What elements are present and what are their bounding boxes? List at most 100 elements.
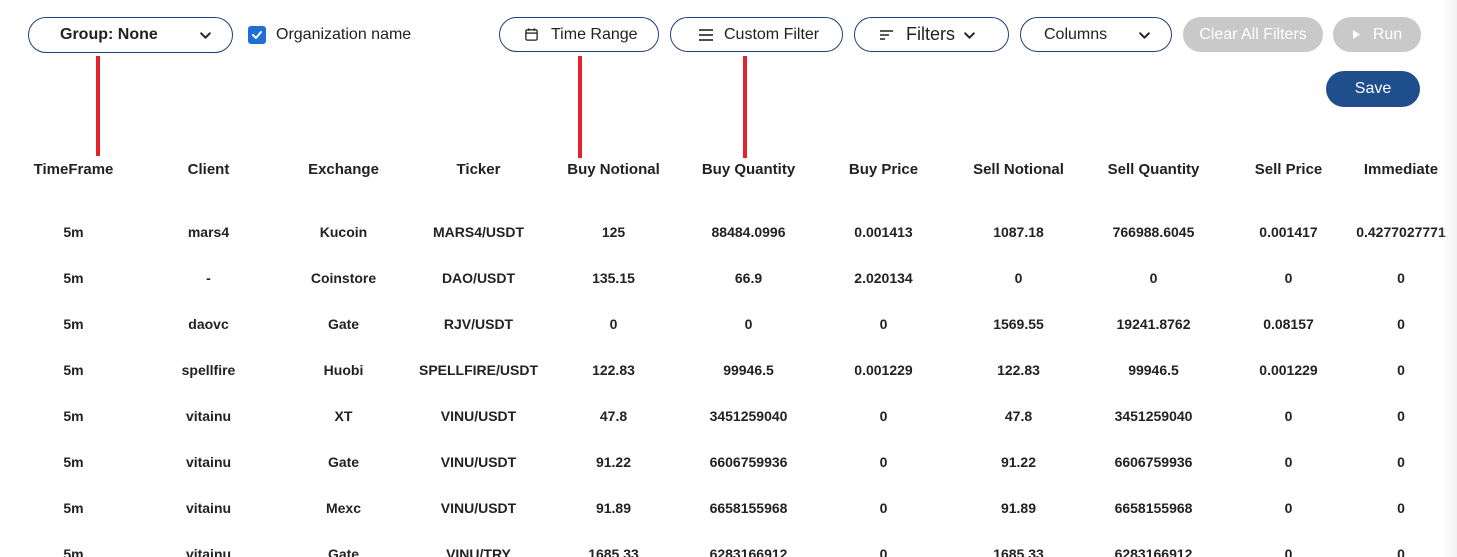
- table-cell: 0: [1284, 454, 1293, 470]
- table-cell: vitainu: [185, 408, 232, 424]
- table-cell: 0: [1397, 546, 1405, 557]
- table-cell: 88484.0996: [711, 224, 786, 240]
- column-header[interactable]: Buy Price: [816, 146, 951, 192]
- table-cell: 6658155968: [1114, 500, 1193, 516]
- table-cell: VINU/USDT: [440, 454, 517, 470]
- chevron-down-icon: [199, 29, 212, 42]
- table-cell: 0.001417: [1259, 224, 1318, 240]
- chevron-down-icon: [963, 29, 976, 42]
- table-cell: 122.83: [592, 362, 635, 378]
- table-cell: DAO/USDT: [441, 270, 516, 286]
- table-cell: vitainu: [185, 546, 232, 557]
- table-cell: Huobi: [323, 362, 364, 378]
- table-cell: 0: [879, 546, 888, 557]
- organization-name-label: Organization name: [276, 26, 412, 43]
- table-cell: XT: [334, 408, 353, 424]
- table-row[interactable]: 5m daovc Gate RJV/USDT 0 0 0 1569.55 19241.8762 0…: [6, 301, 1446, 347]
- table-cell: vitainu: [185, 500, 232, 516]
- table-cell: 5m: [63, 500, 84, 516]
- annotation-marker: [578, 56, 582, 158]
- filters-dropdown[interactable]: Filters: [854, 17, 1009, 52]
- table-cell: 0.001229: [854, 362, 913, 378]
- table-cell: 0.4277027771: [1356, 224, 1446, 240]
- run-button[interactable]: Run: [1333, 17, 1421, 52]
- table-cell: 0: [1397, 500, 1405, 516]
- table-cell: 1569.55: [993, 316, 1044, 332]
- column-header[interactable]: Sell Quantity: [1086, 146, 1221, 192]
- table-cell: 19241.8762: [1116, 316, 1191, 332]
- table-row[interactable]: 5m mars4 Kucoin MARS4/USDT 125 88484.0996 0.00…: [6, 209, 1446, 255]
- table-header-row: TimeFrame Client Exchange Ticker Buy Notiona…: [6, 146, 1446, 192]
- menu-icon: [698, 28, 714, 42]
- column-header[interactable]: TimeFrame: [6, 146, 141, 192]
- table-cell: 0: [879, 316, 888, 332]
- table-cell: 91.22: [595, 454, 632, 470]
- column-header[interactable]: Sell Notional: [951, 146, 1086, 192]
- trade-report-page: Group: None Organization name Time Range…: [0, 0, 1457, 557]
- column-header[interactable]: Client: [141, 146, 276, 192]
- column-header[interactable]: Ticker: [411, 146, 546, 192]
- table-cell: 5m: [63, 454, 84, 470]
- columns-label: Columns: [1044, 25, 1108, 43]
- table-row[interactable]: 5m vitainu XT VINU/USDT 47.8 3451259040 0 47.8 3…: [6, 393, 1446, 439]
- table-cell: 0: [1014, 270, 1023, 286]
- table-row[interactable]: 5m vitainu Gate VINU/TRY 1685.33 6283166912 0 1…: [6, 531, 1446, 557]
- table-cell: 0: [879, 408, 888, 424]
- time-range-button[interactable]: Time Range: [499, 17, 659, 52]
- table-cell: Gate: [327, 316, 360, 332]
- table-row[interactable]: 5m vitainu Gate VINU/USDT 91.22 6606759936 0 91…: [6, 439, 1446, 485]
- filters-label: Filters: [906, 24, 955, 44]
- table-cell: 1685.33: [588, 546, 639, 557]
- organization-name-checkbox[interactable]: [248, 26, 266, 44]
- column-header[interactable]: Exchange: [276, 146, 411, 192]
- sort-lines-icon: [879, 29, 894, 41]
- table-cell: VINU/USDT: [440, 500, 517, 516]
- save-label: Save: [1354, 80, 1392, 97]
- table-cell: 0: [1149, 270, 1158, 286]
- table-cell: 47.8: [599, 408, 628, 424]
- table-cell: 135.15: [592, 270, 635, 286]
- custom-filter-button[interactable]: Custom Filter: [670, 17, 843, 52]
- table-cell: mars4: [187, 224, 230, 240]
- table-cell: 125: [601, 224, 626, 240]
- table-cell: 0: [609, 316, 618, 332]
- table-cell: 1087.18: [993, 224, 1044, 240]
- columns-dropdown[interactable]: Columns: [1020, 17, 1172, 52]
- table-cell: 6606759936: [709, 454, 788, 470]
- run-label: Run: [1372, 25, 1403, 43]
- table-row[interactable]: 5m - Coinstore DAO/USDT 135.15 66.9 2.020134 0 0…: [6, 255, 1446, 301]
- save-button[interactable]: Save: [1326, 71, 1420, 107]
- group-dropdown-label: Group: None: [60, 26, 158, 43]
- table-cell: 0: [1397, 362, 1405, 378]
- table-cell: 91.22: [1000, 454, 1037, 470]
- table-cell: vitainu: [185, 454, 232, 470]
- table-cell: 5m: [63, 408, 84, 424]
- clear-all-filters-button[interactable]: Clear All Filters: [1183, 17, 1323, 52]
- table-cell: 5m: [63, 362, 84, 378]
- table-cell: 66.9: [734, 270, 763, 286]
- table-cell: VINU/USDT: [440, 408, 517, 424]
- table-cell: 122.83: [997, 362, 1040, 378]
- table-cell: 99946.5: [1128, 362, 1179, 378]
- table-cell: 6606759936: [1114, 454, 1193, 470]
- table-cell: 766988.6045: [1112, 224, 1195, 240]
- table-cell: 3451259040: [709, 408, 788, 424]
- chevron-down-icon: [1138, 29, 1151, 42]
- table-row[interactable]: 5m vitainu Mexc VINU/USDT 91.89 6658155968 0 91…: [6, 485, 1446, 531]
- table-cell: 5m: [63, 224, 84, 240]
- organization-name-toggle[interactable]: Organization name: [248, 26, 411, 44]
- table-cell: 0: [1397, 270, 1405, 286]
- table-row[interactable]: 5m spellfire Huobi SPELLFIRE/USDT 122.83 9994…: [6, 347, 1446, 393]
- table-cell: RJV/USDT: [443, 316, 514, 332]
- table-cell: Coinstore: [310, 270, 377, 286]
- calendar-icon: [524, 27, 539, 42]
- column-header[interactable]: Immediate: [1356, 146, 1446, 192]
- table-cell: 3451259040: [1114, 408, 1193, 424]
- horizontal-scroll-shade: [1441, 0, 1457, 557]
- column-header[interactable]: Sell Price: [1221, 146, 1356, 192]
- column-header[interactable]: Buy Notional: [546, 146, 681, 192]
- table-cell: spellfire: [181, 362, 236, 378]
- table-cell: 2.020134: [854, 270, 913, 286]
- group-dropdown[interactable]: Group: None: [28, 17, 233, 53]
- column-header[interactable]: Buy Quantity: [681, 146, 816, 192]
